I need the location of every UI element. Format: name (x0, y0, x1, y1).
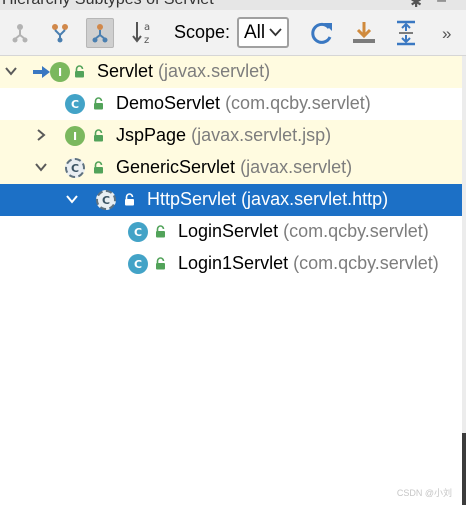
more-actions-icon[interactable]: » (442, 24, 451, 44)
class-icon: C (65, 94, 85, 114)
class-name: HttpServlet (javax.servlet.http) (147, 189, 389, 209)
lock-icon (94, 129, 103, 142)
tree-row-jsppage[interactable]: I JspPage (javax.servlet.jsp) (0, 120, 462, 152)
scope-value: All (244, 21, 266, 43)
chevron-down-icon (269, 28, 282, 37)
lock-icon (94, 161, 103, 174)
export-icon (353, 22, 375, 43)
scope-label: Scope: (174, 22, 231, 42)
tree-row-demoservlet[interactable]: C DemoServlet (com.qcby.servlet) (0, 88, 462, 120)
refresh-button[interactable] (308, 18, 336, 48)
hierarchy-tree: I Servlet (javax.servlet) C DemoServlet … (0, 56, 462, 280)
tree-row-httpservlet[interactable]: C HttpServlet (javax.servlet.http) (0, 184, 462, 216)
class-hierarchy-icon (92, 24, 108, 43)
chevron-right-icon[interactable] (34, 128, 48, 142)
abstract-class-icon: C (96, 190, 116, 210)
chevron-down-icon[interactable] (4, 64, 18, 78)
class-name: LoginServlet (com.qcby.servlet) (178, 221, 429, 241)
class-icon: C (128, 254, 148, 274)
supertypes-hierarchy-button[interactable] (46, 18, 74, 48)
sort-alphabetically-icon: az (132, 22, 150, 46)
tree-row-genericservlet[interactable]: C GenericServlet (javax.servlet) (0, 152, 462, 184)
lock-icon (75, 65, 84, 78)
tree-row-loginservlet[interactable]: C LoginServlet (com.qcby.servlet) (0, 216, 462, 248)
interface-icon: I (50, 62, 70, 82)
svg-text:a: a (144, 22, 150, 33)
watermark: CSDN @小刘 (396, 488, 452, 498)
focus-arrow-icon (33, 66, 50, 78)
panel-titlebar: Hierarchy Subtypes of Servlet ✱ – (0, 0, 466, 10)
scrollbar-thumb[interactable] (462, 433, 466, 505)
lock-icon (156, 225, 165, 238)
panel-title: Hierarchy Subtypes of Servlet (2, 0, 214, 9)
lock-icon (94, 97, 103, 110)
lock-icon (125, 193, 134, 206)
supertypes-hierarchy-icon (52, 24, 68, 43)
svg-text:z: z (144, 35, 149, 46)
tree-row-login1servlet[interactable]: C Login1Servlet (com.qcby.servlet) (0, 248, 462, 280)
expand-all-icon (397, 20, 415, 46)
class-name: Servlet (javax.servlet) (97, 61, 271, 81)
minimize-icon[interactable]: – (437, 0, 446, 10)
gear-icon[interactable]: ✱ (410, 0, 422, 10)
class-name: JspPage (javax.servlet.jsp) (116, 125, 332, 145)
chevron-down-icon[interactable] (34, 160, 48, 174)
chevron-down-icon[interactable] (65, 192, 79, 206)
class-hierarchy-button[interactable] (86, 18, 114, 48)
tree-row-servlet[interactable]: I Servlet (javax.servlet) (0, 56, 462, 88)
subtypes-hierarchy-button[interactable] (6, 18, 34, 48)
expand-all-button[interactable] (392, 18, 420, 48)
scope-select[interactable]: All (237, 17, 289, 48)
class-name: Login1Servlet (com.qcby.servlet) (178, 253, 439, 273)
class-name: DemoServlet (com.qcby.servlet) (116, 93, 371, 113)
subtypes-hierarchy-icon (12, 24, 28, 43)
refresh-icon (311, 22, 332, 44)
class-icon: C (128, 222, 148, 242)
abstract-class-icon: C (65, 158, 85, 178)
sort-alphabetically-button[interactable]: az (130, 18, 158, 48)
interface-icon: I (65, 126, 85, 146)
lock-icon (156, 257, 165, 270)
export-button[interactable] (350, 18, 378, 48)
class-name: GenericServlet (javax.servlet) (116, 157, 353, 177)
toolbar: az Scope: All » (0, 10, 466, 56)
